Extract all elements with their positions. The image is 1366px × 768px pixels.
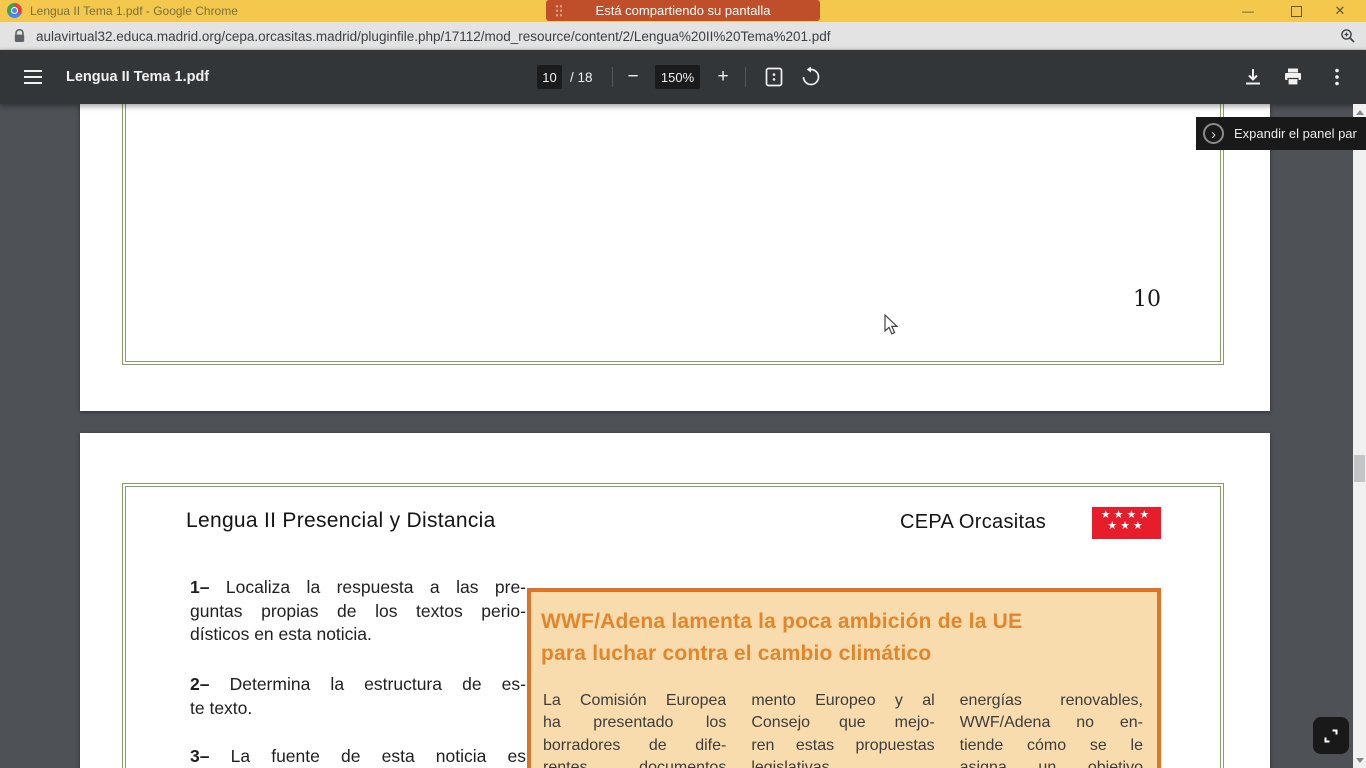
rotate-page-button[interactable] [800,66,822,88]
article-column-3: energías renovables, WWF/Adena no en-tien… [959,692,1143,768]
pdf-page-11: Lengua II Presencial y Distancia CEPA Or… [80,433,1270,768]
page-number-input[interactable]: 10 [537,65,562,89]
url-text[interactable]: aulavirtual32.educa.madrid.org/cepa.orca… [36,29,831,44]
page-frame-border [122,104,1224,365]
article-columns: La Comisión Europea ha presentado los borr… [543,690,1143,768]
course-header: Lengua II Presencial y Distancia [186,509,496,532]
article-column-1: La Comisión Europea ha presentado los borr… [543,692,727,768]
screen-sharing-banner[interactable]: Está compartiendo su pantalla [546,0,820,21]
toolbar-divider [745,67,746,87]
pdf-doc-title: Lengua II Tema 1.pdf [66,69,210,85]
fit-to-page-button[interactable] [763,66,785,88]
pdf-viewer-area[interactable]: 10 Lengua II Presencial y Distancia CEPA… [0,104,1366,768]
fullscreen-button[interactable] [1313,717,1349,754]
scrollbar-thumb[interactable] [1354,455,1365,482]
article-headline: WWF/Adena lamenta la poca ambición de la… [541,610,1023,665]
scroll-down-arrow-icon[interactable] [1356,758,1364,763]
scroll-up-arrow-icon[interactable] [1356,110,1364,115]
expand-panel-tooltip[interactable]: › Expandir el panel par [1196,117,1366,150]
page-total-label: / 18 [570,70,593,85]
url-bar[interactable]: aulavirtual32.educa.madrid.org/cepa.orca… [0,22,1366,50]
drag-handle-icon[interactable] [555,4,563,17]
restore-icon [1290,5,1302,17]
zoom-page-icon[interactable] [1340,28,1356,44]
zoom-level-input[interactable]: 150% [655,65,700,89]
screen-sharing-text: Está compartiendo su pantalla [595,3,771,18]
browser-window: Lengua II Tema 1.pdf - Google Chrome Est… [0,0,1366,768]
download-button[interactable] [1242,66,1264,88]
madrid-flag: ★★★★ ★★★ [1092,507,1161,539]
pdf-page-10: 10 [80,104,1270,411]
zoom-out-button[interactable]: − [620,64,646,90]
more-options-button[interactable] [1326,66,1348,88]
printed-page-number: 10 [1133,287,1161,312]
zoom-in-button[interactable]: + [710,64,736,90]
expand-panel-label: Expandir el panel par [1234,126,1357,141]
pdf-toolbar: Lengua II Tema 1.pdf 10 / 18 − 150% + [0,50,1366,104]
window-title: Lengua II Tema 1.pdf - Google Chrome [30,4,238,18]
minimize-button[interactable]: — [1228,0,1268,22]
chevron-right-icon[interactable]: › [1203,123,1224,144]
article-column-2: mento Europeo y al Consejo que mejo-ren e… [751,692,935,768]
flag-star-row: ★★★ [1107,520,1146,532]
question-1: 1– Localiza la respuesta a las pre-gunta… [190,577,526,644]
lock-icon [14,29,25,42]
fullscreen-icon [1324,729,1338,742]
vertical-scrollbar[interactable] [1353,104,1366,768]
question-2: 2– Determina la estructura de es-te text… [190,674,526,718]
chrome-logo-icon [7,3,22,18]
close-button[interactable]: ✕ [1320,0,1360,22]
maximize-button[interactable] [1276,0,1316,22]
school-header: CEPA Orcasitas [900,511,1047,533]
question-3: 3– La fuente de esta noticia es [190,746,526,766]
menu-button[interactable] [24,70,42,84]
window-titlebar: Lengua II Tema 1.pdf - Google Chrome Est… [0,0,1366,22]
toolbar-divider [612,67,613,87]
print-button[interactable] [1282,66,1304,88]
news-article-box: WWF/Adena lamenta la poca ambición de la… [527,588,1161,768]
